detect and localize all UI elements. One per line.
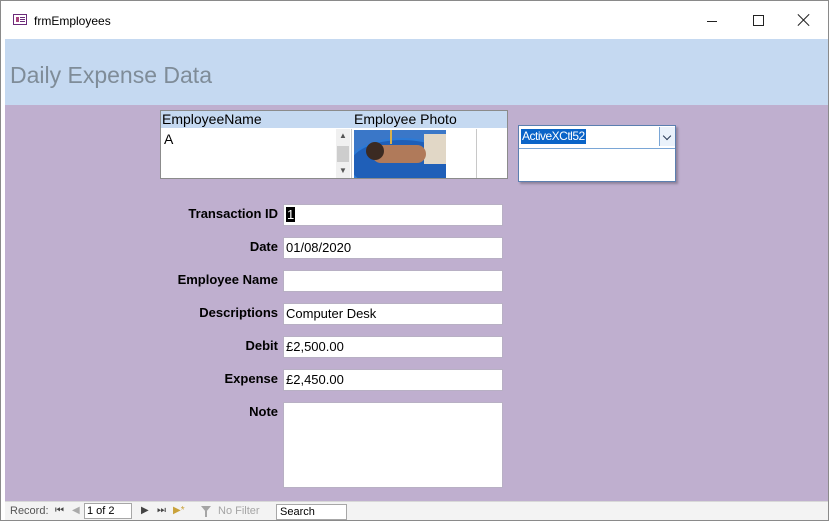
debit-field[interactable]: £2,500.00 (283, 336, 503, 358)
new-record-icon[interactable]: ▶* (173, 505, 185, 516)
date-label: Date (249, 239, 278, 254)
column-header-employee-photo[interactable]: Employee Photo (354, 111, 457, 128)
record-label: Record: (10, 505, 49, 517)
close-button[interactable] (781, 1, 827, 39)
column-header-employee-name[interactable]: EmployeeName (162, 111, 262, 128)
chevron-down-icon[interactable] (659, 127, 675, 146)
form-icon (13, 14, 27, 25)
employee-name-value: A (164, 131, 174, 147)
filter-icon[interactable] (201, 506, 212, 517)
title-bar: frmEmployees (1, 1, 828, 39)
employee-name-cell[interactable]: A ▲ ▼ (161, 129, 352, 178)
activex-combo-field[interactable]: ActiveXCtl52 (519, 126, 675, 149)
record-navigation-bar: Record: ⏮ ◀ 1 of 2 ▶ ⏭ ▶* No Filter Sear… (5, 501, 828, 520)
transaction-id-value: 1 (286, 207, 296, 222)
form-detail-section: EmployeeName Employee Photo A ▲ ▼ Active… (5, 105, 828, 501)
transaction-id-label: Transaction ID (188, 206, 278, 221)
form-title: Daily Expense Data (10, 62, 212, 88)
minimize-button[interactable] (689, 1, 735, 39)
scroll-thumb[interactable] (337, 146, 349, 162)
employee-name-label: Employee Name (177, 272, 278, 287)
photo-towel (424, 134, 446, 164)
maximize-icon (753, 15, 764, 26)
debit-label: Debit (245, 338, 279, 353)
access-form-window: frmEmployees Daily Expense Data Employee… (0, 0, 829, 521)
descriptions-label: Descriptions (199, 305, 278, 320)
last-record-icon[interactable]: ⏭ (157, 505, 166, 516)
current-record-field[interactable]: 1 of 2 (84, 503, 132, 519)
window-title: frmEmployees (34, 14, 111, 28)
maximize-button[interactable] (735, 1, 781, 39)
activex-combo-value: ActiveXCtl52 (521, 129, 586, 144)
activex-combo[interactable]: ActiveXCtl52 (518, 125, 676, 182)
search-input[interactable]: Search (276, 504, 347, 520)
subform-divider (476, 129, 477, 178)
expense-label: Expense (224, 371, 278, 386)
employee-subform[interactable]: EmployeeName Employee Photo A ▲ ▼ (160, 110, 508, 179)
previous-record-icon[interactable]: ◀ (72, 505, 80, 516)
name-cell-scrollbar[interactable]: ▲ ▼ (336, 129, 350, 178)
scroll-up-icon[interactable]: ▲ (339, 131, 347, 140)
no-filter-label[interactable]: No Filter (218, 505, 260, 517)
expense-field[interactable]: £2,450.00 (283, 369, 503, 391)
descriptions-field[interactable]: Computer Desk (283, 303, 503, 325)
employee-photo[interactable] (354, 130, 446, 178)
minimize-icon (707, 21, 717, 22)
note-label: Note (249, 404, 278, 419)
subform-header: EmployeeName Employee Photo (161, 111, 507, 128)
date-field[interactable]: 01/08/2020 (283, 237, 503, 259)
next-record-icon[interactable]: ▶ (141, 505, 149, 516)
transaction-id-field[interactable]: 1 (283, 204, 503, 226)
photo-head (366, 142, 384, 160)
note-field[interactable] (283, 402, 503, 488)
close-icon (797, 13, 811, 27)
first-record-icon[interactable]: ⏮ (55, 505, 64, 516)
scroll-down-icon[interactable]: ▼ (339, 166, 347, 175)
photo-rope (390, 130, 392, 144)
form-header: Daily Expense Data (5, 39, 828, 105)
employee-name-field[interactable] (283, 270, 503, 292)
